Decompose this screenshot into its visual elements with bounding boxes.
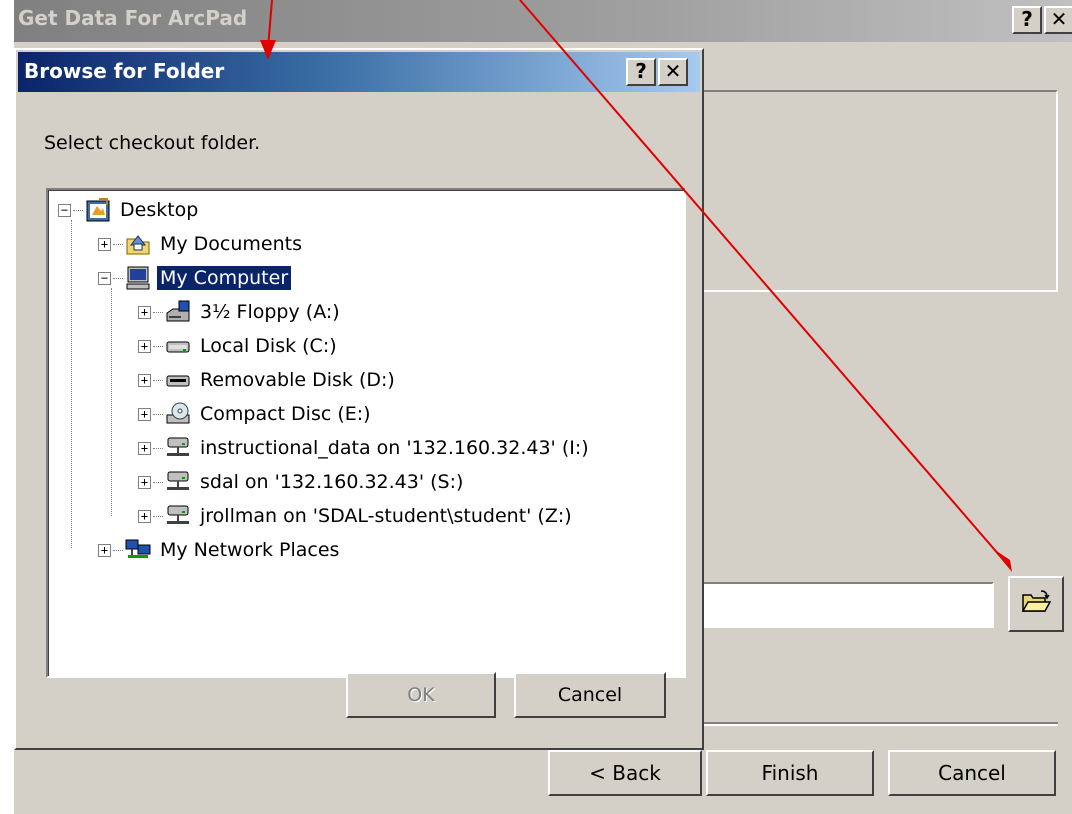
tree-item-label: Local Disk (C:) bbox=[200, 335, 337, 357]
dialog-prompt: Select checkout folder. bbox=[44, 132, 261, 154]
open-folder-icon bbox=[1021, 589, 1052, 620]
tree-item-label: instructional_data on '132.160.32.43' (I… bbox=[200, 437, 589, 459]
tree-item-label: jrollman on 'SDAL-student\student' (Z:) bbox=[200, 505, 572, 527]
tree-item-label: 3½ Floppy (A:) bbox=[200, 301, 340, 323]
tree-item-desktop[interactable]: − Desktop bbox=[58, 194, 201, 226]
tree-item-label: Removable Disk (D:) bbox=[200, 369, 395, 391]
browse-folder-button[interactable] bbox=[1008, 576, 1064, 632]
expand-icon[interactable]: + bbox=[138, 475, 151, 489]
dialog-title: Browse for Folder bbox=[24, 59, 225, 83]
tree-dots bbox=[113, 549, 123, 551]
wizard-separator bbox=[690, 722, 1058, 726]
expand-icon[interactable]: + bbox=[138, 407, 151, 421]
tree-dots bbox=[153, 311, 163, 313]
tree-dots bbox=[153, 447, 163, 449]
tree-item-floppy[interactable]: + 3½ Floppy (A:) bbox=[138, 296, 343, 328]
dialog-close-button[interactable]: ✕ bbox=[658, 58, 688, 86]
tree-connector bbox=[111, 288, 112, 516]
wizard-close-button[interactable]: ✕ bbox=[1044, 6, 1072, 34]
tree-item-label: My Computer bbox=[157, 266, 292, 290]
checkout-folder-field[interactable] bbox=[690, 582, 994, 628]
tree-item-local-disk[interactable]: + Local Disk (C:) bbox=[138, 330, 340, 362]
tree-dots bbox=[113, 277, 123, 279]
tree-item-compact-disc[interactable]: + Compact Disc (E:) bbox=[138, 398, 374, 430]
hard-disk-icon bbox=[165, 333, 191, 359]
tree-item-label: My Documents bbox=[160, 233, 303, 255]
network-drive-icon bbox=[165, 469, 191, 495]
tree-item-label: My Network Places bbox=[160, 539, 340, 561]
back-button[interactable]: < Back bbox=[548, 750, 702, 796]
expand-icon[interactable]: + bbox=[138, 441, 151, 455]
finish-button[interactable]: Finish bbox=[706, 750, 874, 796]
tree-item-my-network-places[interactable]: + My Network Places bbox=[98, 534, 342, 566]
floppy-drive-icon bbox=[165, 299, 191, 325]
browse-for-folder-dialog: Browse for Folder ? ✕ Select checkout fo… bbox=[14, 48, 704, 750]
tree-item-label: sdal on '132.160.32.43' (S:) bbox=[200, 471, 464, 493]
folder-tree[interactable]: − Desktop + My Documents − My Computer +… bbox=[46, 188, 686, 678]
tree-item-jrollman[interactable]: + jrollman on 'SDAL-student\student' (Z:… bbox=[138, 500, 575, 532]
tree-dots bbox=[153, 379, 163, 381]
wizard-title: Get Data For ArcPad bbox=[18, 6, 248, 30]
removable-disk-icon bbox=[165, 367, 191, 393]
network-places-icon bbox=[125, 537, 151, 563]
dialog-cancel-button[interactable]: Cancel bbox=[514, 672, 666, 718]
expand-icon[interactable]: + bbox=[138, 305, 151, 319]
tree-item-label: Desktop bbox=[120, 199, 199, 221]
expand-icon[interactable]: + bbox=[98, 543, 111, 557]
wizard-help-button[interactable]: ? bbox=[1012, 6, 1042, 34]
tree-item-instructional-data[interactable]: + instructional_data on '132.160.32.43' … bbox=[138, 432, 592, 464]
tree-dots bbox=[153, 515, 163, 517]
wizard-cancel-button[interactable]: Cancel bbox=[888, 750, 1056, 796]
cd-drive-icon bbox=[165, 401, 191, 427]
tree-item-sdal[interactable]: + sdal on '132.160.32.43' (S:) bbox=[138, 466, 466, 498]
tree-dots bbox=[153, 481, 163, 483]
wizard-title-bar[interactable]: Get Data For ArcPad bbox=[14, 0, 1072, 42]
tree-item-my-documents[interactable]: + My Documents bbox=[98, 228, 305, 260]
expand-icon[interactable]: + bbox=[138, 373, 151, 387]
ok-button[interactable]: OK bbox=[346, 672, 496, 718]
tree-item-removable-disk[interactable]: + Removable Disk (D:) bbox=[138, 364, 398, 396]
expand-icon[interactable]: + bbox=[138, 339, 151, 353]
wizard-info-panel bbox=[690, 90, 1058, 292]
tree-item-label: Compact Disc (E:) bbox=[200, 403, 371, 425]
dialog-title-bar[interactable]: Browse for Folder bbox=[18, 52, 700, 92]
tree-dots bbox=[153, 413, 163, 415]
collapse-icon[interactable]: − bbox=[58, 203, 71, 217]
expand-icon[interactable]: + bbox=[98, 237, 111, 251]
dialog-help-button[interactable]: ? bbox=[626, 58, 656, 86]
network-drive-icon bbox=[165, 435, 191, 461]
my-computer-icon bbox=[125, 265, 151, 291]
tree-connector bbox=[71, 220, 72, 548]
expand-icon[interactable]: + bbox=[138, 509, 151, 523]
tree-dots bbox=[113, 243, 123, 245]
network-drive-icon bbox=[165, 503, 191, 529]
my-documents-icon bbox=[125, 231, 151, 257]
tree-dots bbox=[153, 345, 163, 347]
tree-item-my-computer[interactable]: − My Computer bbox=[98, 262, 292, 294]
tree-dots bbox=[73, 209, 83, 211]
collapse-icon[interactable]: − bbox=[98, 271, 111, 285]
desktop-icon bbox=[85, 197, 111, 223]
